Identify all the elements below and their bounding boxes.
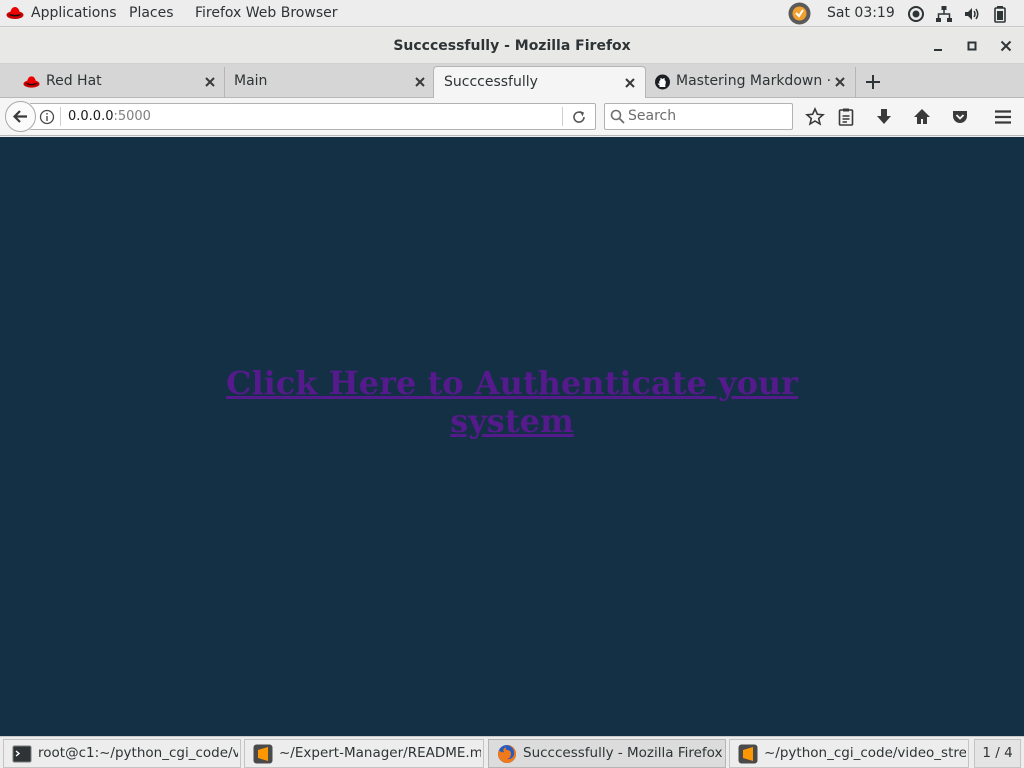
active-app-menu[interactable]: Firefox Web Browser <box>195 0 338 27</box>
firefox-icon <box>498 744 517 763</box>
task-firefox[interactable]: Succcessfully - Mozilla Firefox <box>488 739 726 768</box>
battery-icon[interactable] <box>991 5 1009 23</box>
url-divider <box>60 107 61 126</box>
home-icon[interactable] <box>912 107 932 127</box>
top-bar: Applications Places Firefox Web Browser … <box>0 0 1024 27</box>
sublime-text-icon <box>738 744 758 764</box>
tab-close-icon[interactable] <box>623 76 637 90</box>
tab-succcessfully[interactable]: Succcessfully <box>433 66 646 99</box>
back-arrow-icon <box>12 110 27 123</box>
reload-icon[interactable] <box>570 108 588 126</box>
task-sublime-video[interactable]: ~/python_cgi_code/video_strea... <box>729 739 969 768</box>
tab-mastering-markdown[interactable]: Mastering Markdown ·... <box>646 67 856 98</box>
workspace-indicator[interactable]: 1 / 4 <box>974 739 1021 768</box>
new-tab-icon[interactable] <box>862 71 884 93</box>
applications-menu[interactable]: Applications <box>31 0 117 27</box>
navigation-toolbar: 0.0.0.0:5000 Search <box>0 98 1024 136</box>
url-port: :5000 <box>113 109 151 124</box>
task-label: ~/python_cgi_code/video_strea... <box>764 745 966 761</box>
network-icon[interactable] <box>935 5 953 23</box>
reading-list-icon[interactable] <box>836 107 856 127</box>
places-menu[interactable]: Places <box>129 0 174 27</box>
tab-label: Succcessfully <box>444 74 538 90</box>
github-favicon-icon <box>655 74 670 90</box>
task-label: ~/Expert-Manager/README.md (... <box>279 745 481 761</box>
tab-close-icon[interactable] <box>833 75 847 89</box>
task-label: root@c1:~/python_cgi_code/vid... <box>38 745 238 761</box>
bookmark-star-icon[interactable] <box>805 107 825 127</box>
terminal-icon <box>12 745 32 763</box>
redhat-favicon-icon <box>23 76 40 88</box>
close-window-icon[interactable] <box>996 36 1016 56</box>
sublime-text-icon <box>253 744 273 764</box>
window-titlebar[interactable]: Succcessfully - Mozilla Firefox <box>0 28 1024 64</box>
tab-close-icon[interactable] <box>203 75 217 89</box>
search-bar[interactable]: Search <box>604 103 793 130</box>
tab-label: Main <box>234 73 268 89</box>
url-separator <box>562 107 563 126</box>
tab-label: Mastering Markdown ·... <box>676 73 831 89</box>
volume-icon[interactable] <box>963 5 981 23</box>
redhat-logo-icon[interactable] <box>6 5 24 21</box>
tab-main[interactable]: Main <box>225 67 435 98</box>
downloads-icon[interactable] <box>874 107 894 127</box>
url-bar[interactable]: 0.0.0.0:5000 <box>30 103 596 130</box>
tab-bar: Red Hat Main Succcessfully Mastering Mar… <box>0 64 1024 99</box>
menu-hamburger-icon[interactable] <box>993 107 1013 127</box>
window-list-taskbar: root@c1:~/python_cgi_code/vid... ~/Exper… <box>0 736 1024 768</box>
pocket-icon[interactable] <box>950 107 970 127</box>
page-content: Click Here to Authenticate your system <box>0 137 1024 736</box>
task-terminal[interactable]: root@c1:~/python_cgi_code/vid... <box>3 739 241 768</box>
search-icon <box>610 109 625 124</box>
updates-icon[interactable] <box>788 2 811 25</box>
search-placeholder: Search <box>628 108 677 124</box>
tab-close-icon[interactable] <box>413 75 427 89</box>
back-button[interactable] <box>5 101 36 132</box>
site-info-icon[interactable] <box>39 109 55 125</box>
record-icon[interactable] <box>907 5 925 23</box>
task-label: Succcessfully - Mozilla Firefox <box>523 745 723 761</box>
window-title: Succcessfully - Mozilla Firefox <box>393 38 631 54</box>
minimize-icon[interactable] <box>928 36 948 56</box>
authenticate-link[interactable]: Click Here to Authenticate your system <box>212 364 812 440</box>
maximize-icon[interactable] <box>962 36 982 56</box>
tab-red-hat[interactable]: Red Hat <box>10 67 225 98</box>
clock[interactable]: Sat 03:19 <box>827 0 895 27</box>
url-host: 0.0.0.0 <box>68 109 114 124</box>
url-text[interactable]: 0.0.0.0:5000 <box>68 104 151 129</box>
task-sublime-readme[interactable]: ~/Expert-Manager/README.md (... <box>244 739 484 768</box>
tab-label: Red Hat <box>46 73 102 89</box>
